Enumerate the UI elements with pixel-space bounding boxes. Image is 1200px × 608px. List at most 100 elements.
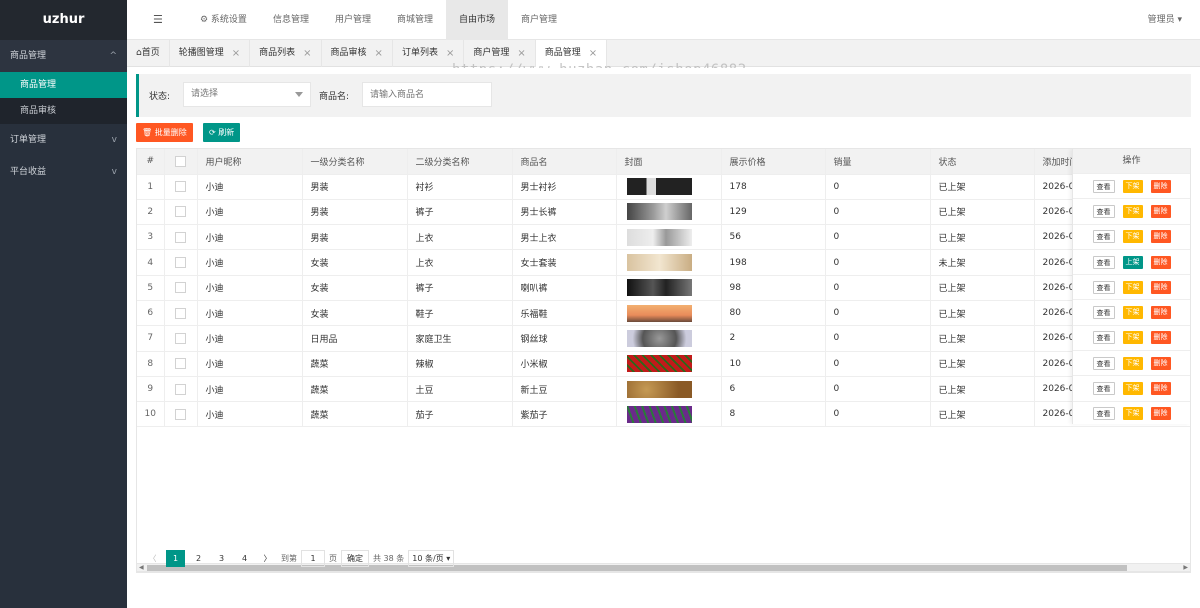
checkbox[interactable] [175, 181, 186, 193]
cover-image[interactable] [626, 203, 692, 221]
cover-image[interactable] [626, 380, 692, 398]
cover-image[interactable] [626, 279, 692, 297]
toggle-shelf-button[interactable]: 下架 [1122, 331, 1143, 345]
page-2[interactable]: 2 [189, 550, 208, 567]
toggle-shelf-button[interactable]: 下架 [1122, 179, 1143, 193]
row-checkbox-cell[interactable] [164, 199, 198, 226]
view-button[interactable]: 查看 [1092, 306, 1115, 320]
view-button[interactable]: 查看 [1092, 280, 1115, 294]
sidebar-group-orders[interactable]: 订单管理 v [0, 124, 127, 156]
cover-image[interactable] [626, 254, 692, 272]
col-sales: 销量 [825, 149, 931, 175]
top-menu-merchants[interactable]: 商户管理 [508, 0, 570, 40]
tab-goods-review[interactable]: 商品审核 × [322, 40, 393, 67]
view-button[interactable]: 查看 [1092, 230, 1115, 244]
top-menu-info[interactable]: 信息管理 [260, 0, 322, 40]
tab-label: 订单列表 [401, 48, 438, 58]
checkbox[interactable] [175, 206, 186, 218]
row-checkbox-cell[interactable] [164, 224, 198, 251]
close-icon[interactable]: × [303, 40, 311, 67]
tab-home[interactable]: ⌂首页 [127, 40, 170, 67]
toggle-shelf-button[interactable]: 上架 [1122, 255, 1143, 269]
toggle-shelf-button[interactable]: 下架 [1122, 356, 1143, 370]
delete-button[interactable]: 删除 [1150, 179, 1171, 193]
cover-image[interactable] [626, 329, 692, 347]
row-checkbox-cell[interactable] [164, 376, 198, 403]
checkbox[interactable] [175, 155, 186, 167]
delete-button[interactable]: 删除 [1150, 280, 1171, 294]
cover-image[interactable] [626, 355, 692, 373]
sidebar-item-goods-manage[interactable]: 商品管理 [0, 72, 127, 98]
view-button[interactable]: 查看 [1092, 204, 1115, 218]
checkbox[interactable] [175, 231, 186, 243]
toggle-shelf-button[interactable]: 下架 [1122, 230, 1143, 244]
row-checkbox-cell[interactable] [164, 325, 198, 352]
tab-goods-list[interactable]: 商品列表 × [250, 40, 322, 67]
row-checkbox-cell[interactable] [164, 351, 198, 377]
checkbox[interactable] [175, 257, 186, 269]
checkbox[interactable] [175, 383, 186, 395]
page-1[interactable]: 1 [166, 549, 185, 567]
row-checkbox-cell[interactable] [164, 249, 198, 276]
row-checkbox-cell[interactable] [164, 275, 198, 301]
top-menu-mall[interactable]: 商城管理 [384, 0, 446, 40]
filter-bar: 状态: 请选择 商品名: [136, 74, 1191, 117]
table-header-row: # 用户昵称 一级分类名称 二级分类名称 商品名 封面 展示价格 销量 状态 添… [137, 149, 1190, 175]
row-checkbox-cell[interactable] [164, 401, 198, 428]
next-page-button[interactable]: 〉 [258, 550, 277, 567]
name-search-input[interactable] [362, 82, 492, 107]
menu-toggle-icon[interactable]: ☰ [153, 13, 163, 26]
page-size-select[interactable]: 10 条/页 ▾ [408, 549, 455, 567]
delete-button[interactable]: 删除 [1150, 204, 1171, 218]
toggle-shelf-button[interactable]: 下架 [1122, 204, 1143, 218]
row-checkbox-cell[interactable] [164, 174, 198, 200]
cover-image[interactable] [626, 304, 692, 322]
view-button[interactable]: 查看 [1092, 356, 1115, 370]
delete-button[interactable]: 删除 [1150, 407, 1171, 421]
user-menu[interactable]: 管理员 ▾ [1148, 0, 1182, 40]
goto-confirm-button[interactable]: 确定 [341, 549, 369, 567]
delete-button[interactable]: 删除 [1150, 382, 1171, 396]
col-select-all[interactable] [164, 149, 198, 175]
tab-banner[interactable]: 轮播图管理 × [170, 40, 251, 67]
checkbox[interactable] [175, 307, 186, 319]
checkbox[interactable] [175, 358, 186, 370]
refresh-button[interactable]: ⟳ 刷新 [203, 123, 241, 142]
delete-button[interactable]: 删除 [1150, 306, 1171, 320]
delete-button[interactable]: 删除 [1150, 331, 1171, 345]
goto-page-input[interactable]: 1 [301, 549, 325, 567]
prev-page-button[interactable]: 〈 [143, 550, 162, 567]
row-checkbox-cell[interactable] [164, 300, 198, 327]
close-icon[interactable]: × [375, 40, 383, 67]
sidebar-submenu: 商品管理 商品审核 [0, 72, 127, 124]
checkbox[interactable] [175, 332, 186, 344]
page-3[interactable]: 3 [212, 550, 231, 567]
toggle-shelf-button[interactable]: 下架 [1122, 306, 1143, 320]
sidebar-group-revenue[interactable]: 平台收益 v [0, 156, 127, 188]
view-button[interactable]: 查看 [1092, 179, 1115, 193]
sidebar-group-goods[interactable]: 商品管理 ^ [0, 40, 127, 72]
status-select[interactable]: 请选择 [183, 82, 311, 107]
top-menu-users[interactable]: 用户管理 [322, 0, 384, 40]
batch-delete-button[interactable]: 🗑 批量删除 [136, 123, 193, 142]
top-menu-free-market[interactable]: 自由市场 [445, 0, 508, 40]
page-4[interactable]: 4 [235, 550, 254, 567]
delete-button[interactable]: 删除 [1150, 356, 1171, 370]
toggle-shelf-button[interactable]: 下架 [1122, 280, 1143, 294]
toggle-shelf-button[interactable]: 下架 [1122, 382, 1143, 396]
view-button[interactable]: 查看 [1092, 255, 1115, 269]
toggle-shelf-button[interactable]: 下架 [1122, 407, 1143, 421]
view-button[interactable]: 查看 [1092, 407, 1115, 421]
delete-button[interactable]: 删除 [1150, 230, 1171, 244]
view-button[interactable]: 查看 [1092, 331, 1115, 345]
checkbox[interactable] [175, 282, 186, 294]
sidebar-item-goods-review[interactable]: 商品审核 [0, 98, 127, 124]
cover-image[interactable] [626, 228, 692, 246]
top-menu-system-settings[interactable]: ⚙ 系统设置 [187, 0, 260, 40]
view-button[interactable]: 查看 [1092, 382, 1115, 396]
cover-image[interactable] [626, 405, 692, 423]
cover-image[interactable] [626, 178, 692, 196]
delete-button[interactable]: 删除 [1150, 255, 1171, 269]
checkbox[interactable] [175, 408, 186, 420]
close-icon[interactable]: × [232, 40, 240, 67]
